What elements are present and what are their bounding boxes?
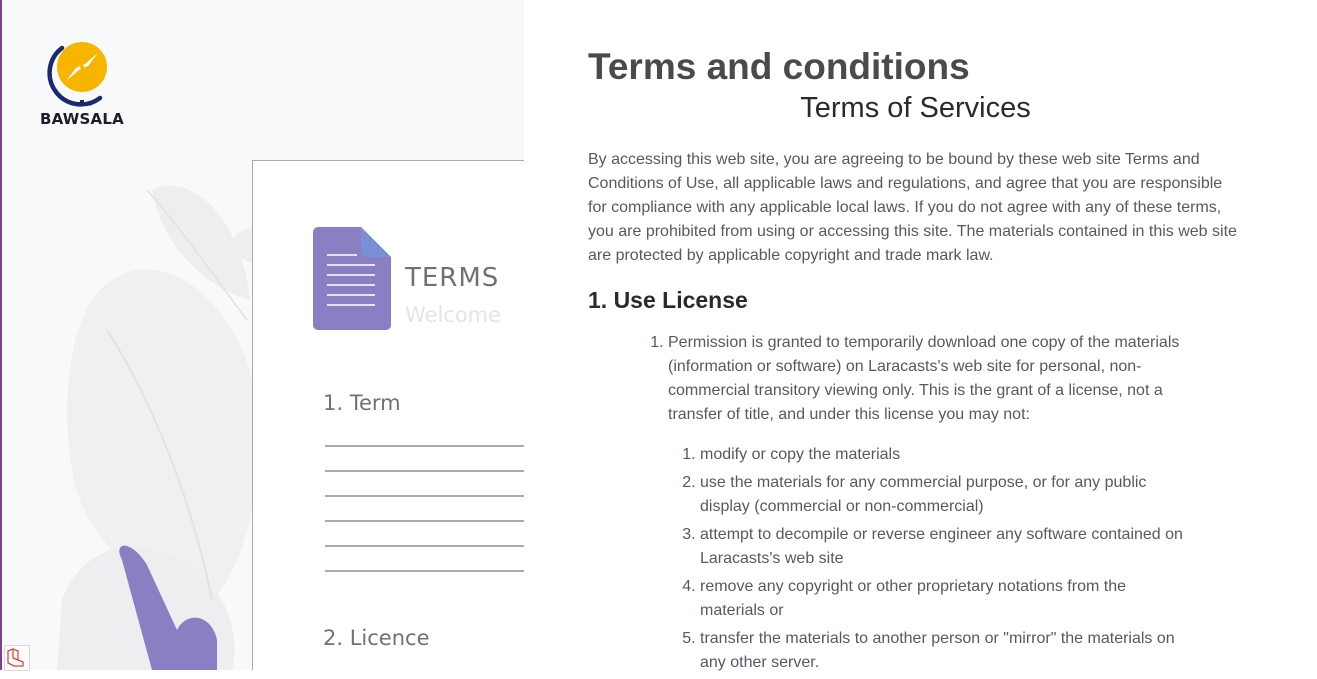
doc-line: [325, 470, 524, 472]
doc-line: [325, 545, 524, 547]
doc-title: TERMS: [405, 263, 500, 293]
terms-document: TERMS Welcome 1. Term 2. Licence: [252, 160, 524, 670]
page-title: Terms and conditions: [588, 46, 970, 87]
intro-paragraph: By accessing this web site, you are agre…: [588, 151, 1237, 264]
laravel-icon[interactable]: [4, 645, 30, 671]
bawsala-logo[interactable]: BAWSALA: [40, 36, 130, 131]
page-subtitle: Terms of Services: [800, 92, 1031, 124]
section-heading-use-license: 1. Use License: [588, 287, 748, 313]
terms-content: Terms and conditions Terms of Services B…: [588, 40, 1248, 679]
document-icon: [313, 227, 391, 330]
use-license-list: Permission is granted to temporarily dow…: [588, 331, 1188, 675]
restrictions-list: modify or copy the materials use the mat…: [668, 443, 1188, 675]
list-item-text: Permission is granted to temporarily dow…: [668, 334, 1180, 423]
doc-line: [325, 495, 524, 497]
illustration-panel: BAWSALA TERMS Welcome 1. Term 2. Licence: [2, 0, 524, 670]
list-item: attempt to decompile or reverse engineer…: [700, 523, 1188, 571]
doc-item-licence: 2. Licence: [323, 626, 430, 650]
doc-line: [325, 445, 524, 447]
brand-name: BAWSALA: [40, 110, 124, 128]
list-item: Permission is granted to temporarily dow…: [668, 331, 1188, 675]
list-item: modify or copy the materials: [700, 443, 1188, 467]
doc-subtitle: Welcome: [405, 303, 502, 327]
compass-globe-icon: [47, 42, 107, 107]
doc-line: [325, 570, 524, 572]
list-item: use the materials for any commercial pur…: [700, 471, 1188, 519]
list-item: transfer the materials to another person…: [700, 627, 1188, 675]
doc-line: [325, 520, 524, 522]
doc-item-term: 1. Term: [323, 391, 401, 415]
list-item: remove any copyright or other proprietar…: [700, 575, 1188, 623]
